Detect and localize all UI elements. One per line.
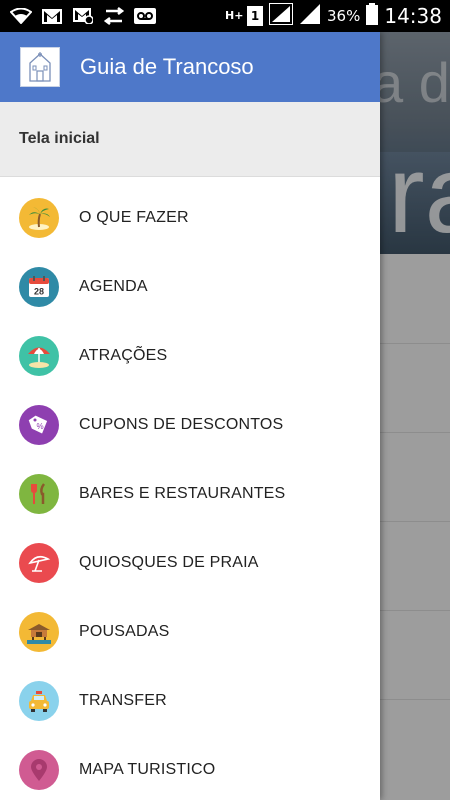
menu-item-label: BARES E RESTAURANTES	[79, 484, 286, 502]
menu-item-atracoes[interactable]: ATRAÇÕES	[0, 321, 380, 390]
battery-icon	[366, 3, 379, 29]
status-bar: H+ 1 36% 14:38	[0, 0, 450, 32]
menu-item-label: MAPA TURISTICO	[79, 760, 216, 778]
coupon-tag-icon: %	[19, 404, 59, 445]
navigation-drawer: Guia de Trancoso Tela inicial O QUE FAZE…	[0, 32, 380, 800]
palm-tree-icon	[19, 197, 59, 238]
menu-item-label: QUIOSQUES DE PRAIA	[79, 553, 259, 571]
menu-item-label: TRANSFER	[79, 691, 167, 709]
app-logo-icon	[20, 47, 60, 87]
voicemail-icon	[134, 7, 156, 25]
menu-item-home[interactable]: Tela inicial	[0, 102, 380, 177]
menu-item-transfer[interactable]: TRANSFER	[0, 666, 380, 735]
calendar-icon: 28	[19, 266, 59, 307]
beach-umbrella-icon	[19, 335, 59, 376]
menu-item-pousadas[interactable]: POUSADAS	[0, 597, 380, 666]
bungalow-icon	[19, 611, 59, 652]
wifi-icon	[10, 7, 32, 25]
menu-item-label: POUSADAS	[79, 622, 170, 640]
coupon-tag-icon-symbol: %	[36, 422, 43, 431]
umbrella-icon	[19, 542, 59, 583]
map-pin-icon	[19, 749, 59, 790]
battery-percent: 36%	[327, 7, 361, 25]
menu-item-cupons[interactable]: % CUPONS DE DESCONTOS	[0, 390, 380, 459]
menu-item-agenda[interactable]: 28 AGENDA	[0, 252, 380, 321]
menu-item-label: ATRAÇÕES	[79, 346, 168, 364]
gmail-icon	[72, 7, 94, 25]
menu-item-label: O QUE FAZER	[79, 208, 189, 226]
menu-item-bares-restaurantes[interactable]: BARES E RESTAURANTES	[0, 459, 380, 528]
drawer-menu: O QUE FAZER 28 AGENDA ATRAÇÕES % CUPONS …	[0, 183, 380, 800]
gmail-icon	[41, 7, 63, 25]
calendar-icon-day: 28	[34, 286, 44, 296]
signal-icon	[269, 3, 294, 29]
menu-item-mapa-turistico[interactable]: MAPA TURISTICO	[0, 735, 380, 800]
signal-icon	[299, 3, 321, 29]
taxi-icon	[19, 680, 59, 721]
menu-item-label: Tela inicial	[19, 130, 100, 147]
cutlery-icon	[19, 473, 59, 514]
drawer-header: Guia de Trancoso	[0, 32, 380, 102]
sim-indicator: 1	[247, 6, 264, 26]
menu-item-label: AGENDA	[79, 277, 148, 295]
menu-item-o-que-fazer[interactable]: O QUE FAZER	[0, 183, 380, 252]
menu-item-label: CUPONS DE DESCONTOS	[79, 415, 284, 433]
sync-icon	[103, 7, 125, 25]
app-title: Guia de Trancoso	[80, 54, 254, 79]
clock: 14:38	[384, 4, 442, 28]
menu-item-quiosques[interactable]: QUIOSQUES DE PRAIA	[0, 528, 380, 597]
network-type-label: H+	[225, 9, 244, 22]
